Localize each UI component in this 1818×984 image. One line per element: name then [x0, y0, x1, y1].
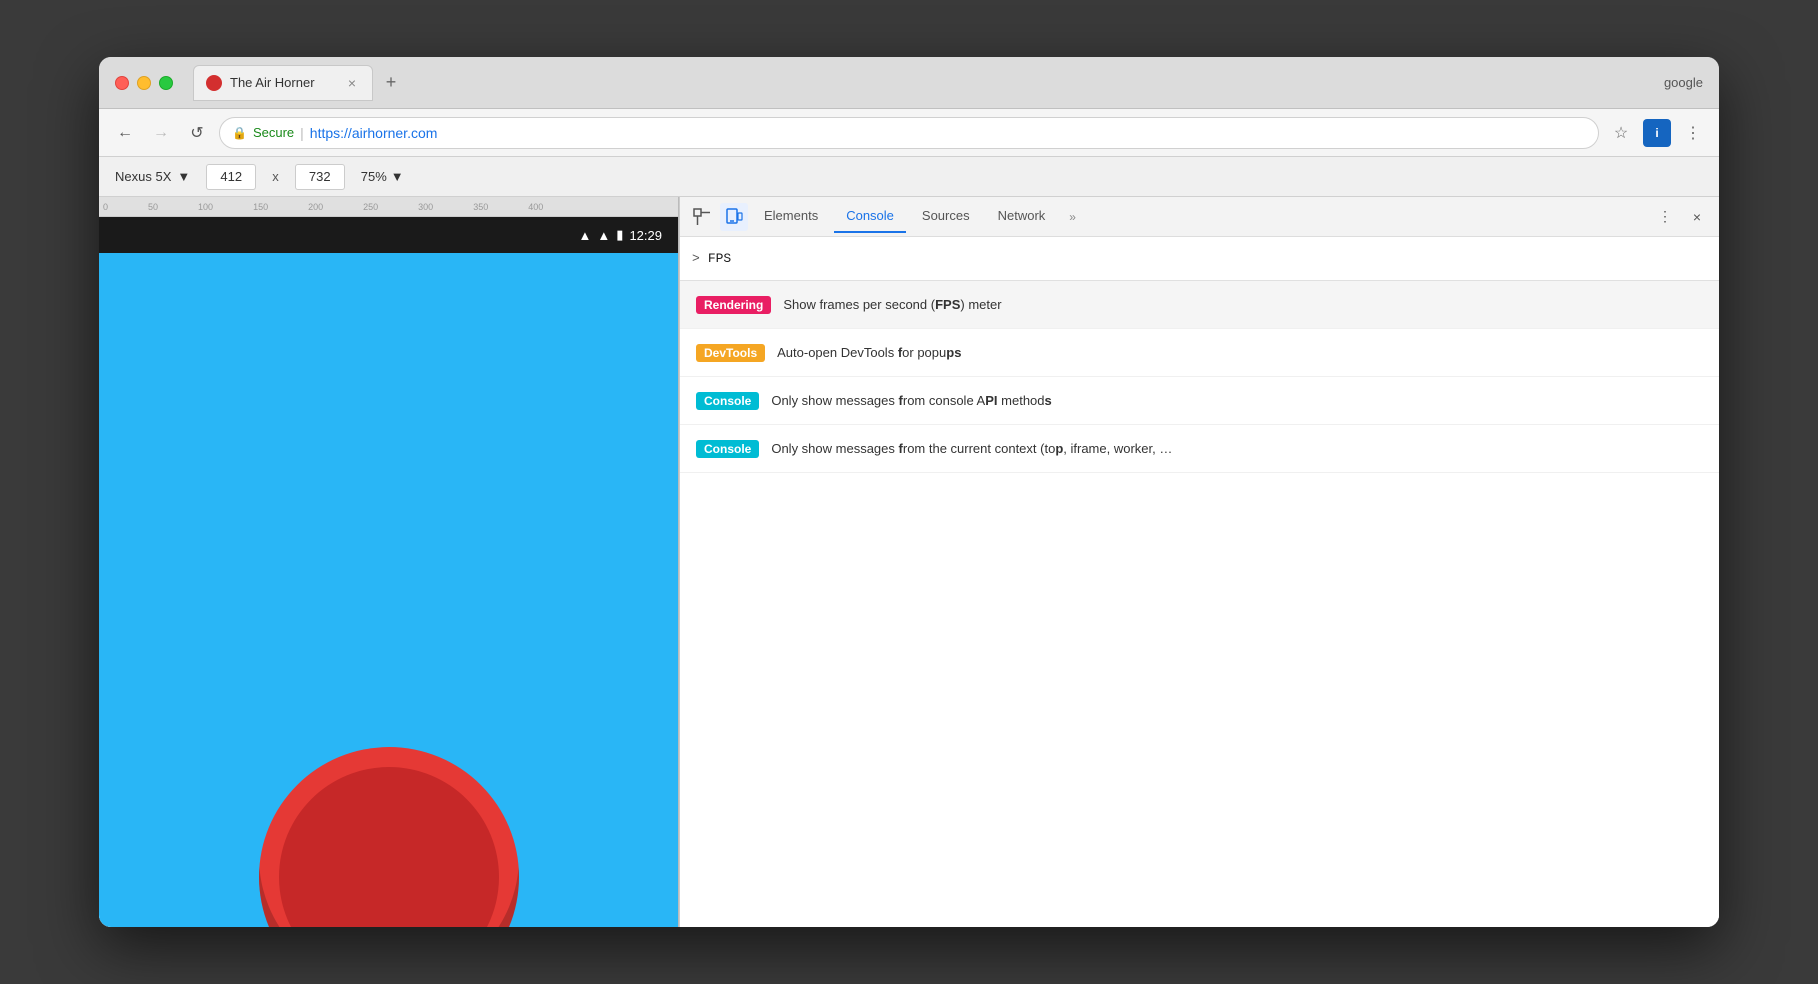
url-display: https://airhorner.com	[310, 125, 438, 141]
autocomplete-item[interactable]: Console Only show messages from the curr…	[680, 425, 1719, 473]
console-area: > Rendering Show frames per second (FPS)…	[680, 237, 1719, 927]
close-button[interactable]	[115, 76, 129, 90]
devtools-panel: Elements Console Sources Network » ⋮ ×	[679, 197, 1719, 927]
extension-button[interactable]: i	[1643, 119, 1671, 147]
back-button[interactable]: ←	[111, 119, 139, 147]
horn-button-inner	[279, 767, 499, 927]
time-display: 12:29	[629, 228, 662, 243]
devtools-toolbar: Elements Console Sources Network » ⋮ ×	[680, 197, 1719, 237]
viewport: 0 50 100 150 200 250 300 350 400 ▲ ▲ ▮	[99, 197, 679, 927]
height-input[interactable]	[295, 164, 345, 190]
devtools-actions: ⋮ ×	[1651, 203, 1711, 231]
secure-icon: 🔒	[232, 126, 247, 140]
signal-icon: ▲	[597, 228, 610, 243]
inspect-element-button[interactable]	[688, 203, 716, 231]
autocomplete-text-1: Show frames per second (FPS) meter	[783, 295, 1001, 315]
devtools-close-button[interactable]: ×	[1683, 203, 1711, 231]
tab-title: The Air Horner	[230, 75, 336, 90]
autocomplete-text-3: Only show messages from console API meth…	[771, 391, 1051, 411]
autocomplete-item[interactable]: Console Only show messages from console …	[680, 377, 1719, 425]
device-name: Nexus 5X	[115, 169, 171, 184]
phone-status-bar: ▲ ▲ ▮ 12:29	[99, 217, 678, 253]
devtools-more-options-button[interactable]: ⋮	[1651, 203, 1679, 231]
wifi-icon: ▲	[579, 228, 592, 243]
title-bar: The Air Horner × + google	[99, 57, 1719, 109]
more-tabs-button[interactable]: »	[1061, 210, 1084, 224]
inspect-icon	[693, 208, 711, 226]
console-badge-2: Console	[696, 440, 759, 458]
devtools-badge: DevTools	[696, 344, 765, 362]
new-tab-button[interactable]: +	[377, 69, 405, 97]
google-search-label: google	[1664, 75, 1703, 90]
console-prompt: >	[692, 251, 700, 266]
autocomplete-item[interactable]: DevTools Auto-open DevTools for popups	[680, 329, 1719, 377]
ruler-marks: 0 50 100 150 200 250 300 350 400	[103, 202, 543, 212]
autocomplete-item[interactable]: Rendering Show frames per second (FPS) m…	[680, 281, 1719, 329]
device-mode-button[interactable]	[720, 203, 748, 231]
device-selector[interactable]: Nexus 5X ▼	[115, 169, 190, 184]
bookmark-button[interactable]: ☆	[1607, 119, 1635, 147]
browser-menu-button[interactable]: ⋮	[1679, 119, 1707, 147]
maximize-button[interactable]	[159, 76, 173, 90]
phone-container: ▲ ▲ ▮ 12:29	[99, 217, 678, 927]
battery-icon: ▮	[616, 227, 623, 243]
console-input-row: >	[680, 237, 1719, 281]
forward-button[interactable]: →	[147, 119, 175, 147]
device-toolbar: Nexus 5X ▼ x 75% ▼	[99, 157, 1719, 197]
url-separator: |	[300, 125, 304, 141]
width-input[interactable]	[206, 164, 256, 190]
secure-label: Secure	[253, 125, 294, 140]
tab-bar: The Air Horner × +	[193, 65, 1652, 101]
traffic-lights	[115, 76, 173, 90]
zoom-selector[interactable]: 75% ▼	[361, 169, 404, 184]
device-mode-icon	[725, 208, 743, 226]
address-bar[interactable]: 🔒 Secure | https://airhorner.com	[219, 117, 1599, 149]
console-badge-1: Console	[696, 392, 759, 410]
browser-tab[interactable]: The Air Horner ×	[193, 65, 373, 101]
tab-favicon	[206, 75, 222, 91]
autocomplete-text-4: Only show messages from the current cont…	[771, 439, 1172, 459]
autocomplete-list: Rendering Show frames per second (FPS) m…	[680, 281, 1719, 927]
status-icons: ▲ ▲ ▮ 12:29	[579, 227, 662, 243]
browser-window: The Air Horner × + google ← → ↺ 🔒 Secure…	[99, 57, 1719, 927]
zoom-dropdown-arrow: ▼	[391, 169, 404, 184]
tab-sources[interactable]: Sources	[910, 201, 982, 233]
main-content: 0 50 100 150 200 250 300 350 400 ▲ ▲ ▮	[99, 197, 1719, 927]
horn-button[interactable]	[259, 747, 519, 927]
console-input[interactable]	[708, 251, 1707, 266]
tab-console[interactable]: Console	[834, 201, 906, 233]
tab-close-button[interactable]: ×	[344, 75, 360, 91]
viewport-ruler: 0 50 100 150 200 250 300 350 400	[99, 197, 678, 217]
dimension-separator: x	[272, 169, 279, 184]
autocomplete-text-2: Auto-open DevTools for popups	[777, 343, 961, 363]
zoom-level: 75%	[361, 169, 387, 184]
device-dropdown-arrow: ▼	[177, 169, 190, 184]
nav-bar: ← → ↺ 🔒 Secure | https://airhorner.com ☆…	[99, 109, 1719, 157]
tab-elements[interactable]: Elements	[752, 201, 830, 233]
tab-network[interactable]: Network	[986, 201, 1058, 233]
rendering-badge: Rendering	[696, 296, 771, 314]
reload-button[interactable]: ↺	[183, 119, 211, 147]
phone-content[interactable]	[99, 253, 678, 927]
minimize-button[interactable]	[137, 76, 151, 90]
